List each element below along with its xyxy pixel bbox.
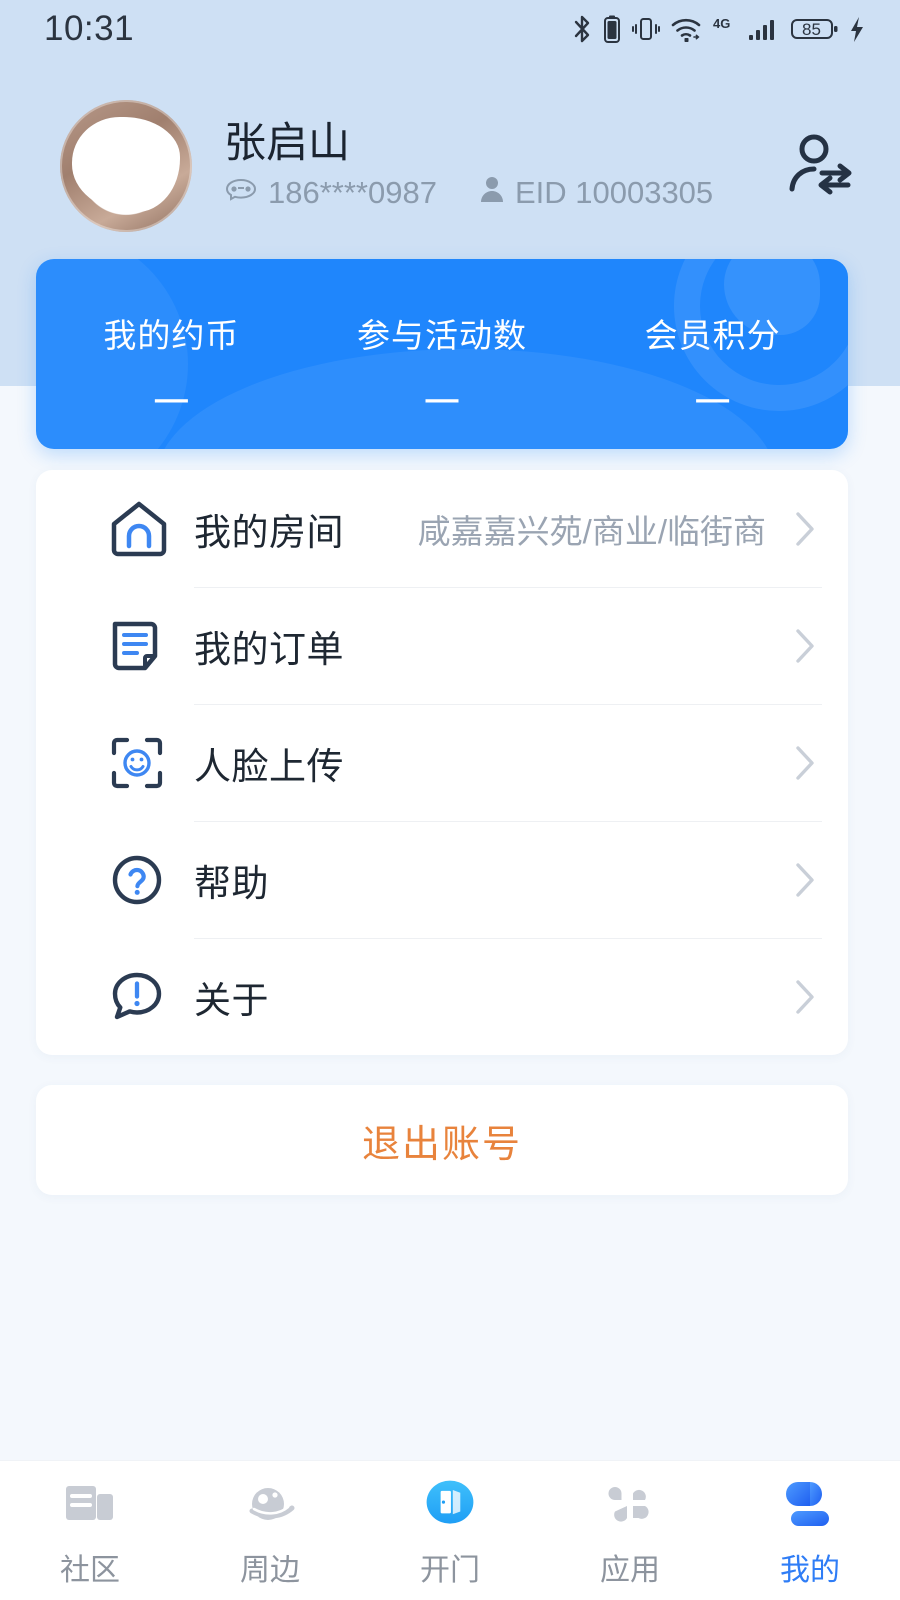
- logout-label: 退出账号: [361, 1123, 522, 1166]
- stat-value: —: [425, 379, 459, 417]
- person-icon: [781, 1475, 839, 1533]
- stat-item-points[interactable]: 会员积分 —: [577, 259, 848, 449]
- face-scan-icon: [62, 734, 194, 792]
- chevron-right-icon: [782, 627, 822, 665]
- apps-grid-icon: [601, 1475, 659, 1533]
- open-door-icon: [421, 1475, 479, 1533]
- chevron-right-icon: [782, 861, 822, 899]
- charging-bolt-icon: [848, 14, 866, 44]
- svg-text:4G: 4G: [713, 16, 730, 31]
- menu-item-help[interactable]: 帮助: [62, 821, 822, 938]
- status-bar-icons: 4G 85: [571, 14, 866, 44]
- avatar[interactable]: [60, 100, 192, 232]
- profile-eid: EID 10003305: [514, 175, 714, 211]
- stat-value: —: [696, 379, 730, 417]
- avatar-redaction: [71, 117, 181, 213]
- tab-label: 应用: [600, 1554, 660, 1587]
- stat-item-activities[interactable]: 参与活动数 —: [307, 259, 578, 449]
- tab-open-door[interactable]: 开门: [360, 1461, 540, 1589]
- tab-label: 我的: [780, 1554, 840, 1587]
- status-bar: 10:31 4G 85: [0, 0, 900, 58]
- tab-nearby[interactable]: 周边: [180, 1461, 360, 1589]
- bottom-tab-bar: 社区 周边 开门 应用 我的: [0, 1460, 900, 1600]
- menu-item-label: 我的订单: [194, 628, 344, 670]
- vibrate-icon: [631, 14, 661, 44]
- tab-apps[interactable]: 应用: [540, 1461, 720, 1589]
- menu-item-value: 咸嘉嘉兴苑/商业/临街商: [417, 512, 766, 550]
- menu-item-label: 我的房间: [194, 511, 344, 553]
- tab-mine[interactable]: 我的: [720, 1461, 900, 1589]
- menu-item-my-orders[interactable]: 我的订单: [62, 587, 822, 704]
- app-screen: 10:31 4G 85 张启山 186****0987 EID 10003305…: [0, 0, 900, 1600]
- network-4g-icon: 4G: [713, 14, 739, 44]
- planet-icon: [241, 1475, 299, 1533]
- wifi-icon: [670, 14, 704, 44]
- person-icon: [479, 175, 505, 211]
- menu-item-label: 关于: [194, 979, 269, 1021]
- stat-value: —: [154, 379, 188, 417]
- signal-bars-icon: [748, 14, 782, 44]
- stat-label: 会员积分: [644, 316, 781, 354]
- bluetooth-battery-icon: [602, 14, 622, 44]
- tab-community[interactable]: 社区: [0, 1461, 180, 1589]
- profile-header[interactable]: 张启山 186****0987 EID 10003305: [0, 96, 900, 236]
- tab-label: 社区: [60, 1554, 120, 1587]
- stats-row: 我的约币 — 参与活动数 — 会员积分 —: [36, 259, 848, 449]
- telephone-icon: [224, 175, 258, 211]
- profile-info: 张启山 186****0987 EID 10003305: [224, 118, 780, 211]
- menu-item-about[interactable]: 关于: [62, 938, 822, 1055]
- menu-item-face-upload[interactable]: 人脸上传: [62, 704, 822, 821]
- stat-item-coins[interactable]: 我的约币 —: [36, 259, 307, 449]
- profile-meta: 186****0987 EID 10003305: [224, 175, 780, 211]
- bluetooth-icon: [571, 14, 593, 44]
- profile-eid-item: EID 10003305: [479, 175, 713, 211]
- chevron-right-icon: [782, 978, 822, 1016]
- chevron-right-icon: [782, 510, 822, 548]
- tab-label: 周边: [240, 1554, 300, 1587]
- profile-phone: 186****0987: [268, 175, 437, 211]
- stats-card[interactable]: 我的约币 — 参与活动数 — 会员积分 —: [36, 259, 848, 449]
- menu-item-label: 人脸上传: [194, 745, 344, 787]
- home-icon: [62, 500, 194, 558]
- profile-phone-item: 186****0987: [224, 175, 437, 211]
- chevron-right-icon: [782, 744, 822, 782]
- stat-label: 参与活动数: [357, 316, 527, 354]
- info-bubble-icon: [62, 968, 194, 1026]
- newspaper-icon: [61, 1475, 119, 1533]
- status-bar-time: 10:31: [44, 9, 135, 48]
- profile-name: 张启山: [224, 118, 351, 166]
- order-document-icon: [62, 617, 194, 675]
- battery-icon: 85: [791, 14, 839, 44]
- switch-user-icon[interactable]: [780, 128, 856, 204]
- tab-label: 开门: [420, 1554, 480, 1587]
- menu-card: 我的房间 咸嘉嘉兴苑/商业/临街商 我的订单 人脸上传 帮助 关于: [36, 470, 848, 1055]
- menu-item-my-room[interactable]: 我的房间 咸嘉嘉兴苑/商业/临街商: [62, 470, 822, 587]
- battery-level-text: 85: [802, 20, 821, 39]
- stat-label: 我的约币: [103, 316, 240, 354]
- question-circle-icon: [62, 851, 194, 909]
- menu-item-label: 帮助: [194, 862, 269, 904]
- logout-button[interactable]: 退出账号: [36, 1085, 848, 1195]
